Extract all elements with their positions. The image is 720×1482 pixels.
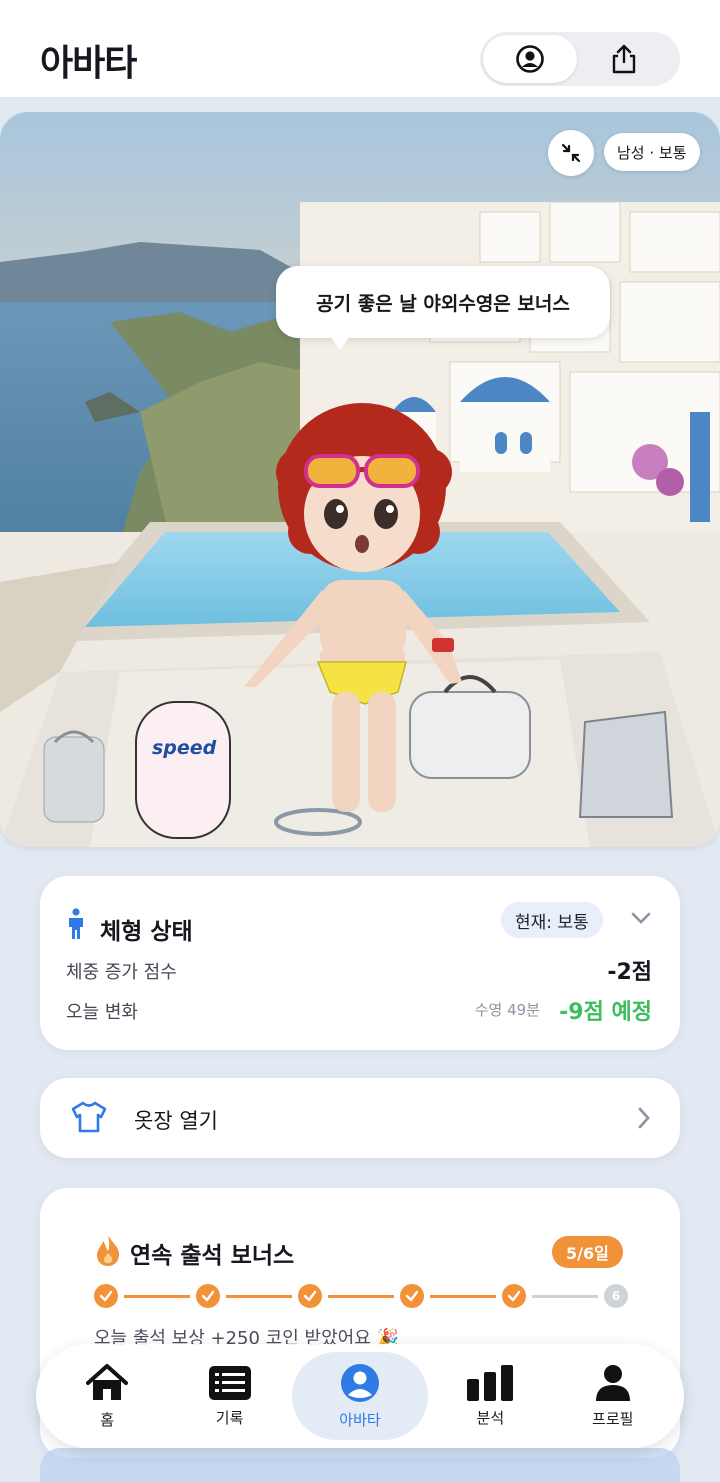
streak-connector: [226, 1295, 292, 1298]
bottom-tab-bar: 홈 기록 아바타 분석 프로필: [36, 1344, 684, 1448]
header: 아바타: [0, 0, 720, 98]
tab-profile[interactable]: 프로필: [553, 1352, 673, 1440]
tab-avatar[interactable]: 아바타: [291, 1352, 428, 1440]
share-with-friends-button[interactable]: [40, 1448, 680, 1482]
streak-count-badge: 5/6일: [552, 1236, 623, 1268]
tab-label: 아바타: [339, 1410, 381, 1429]
streak-day-checked: [400, 1284, 424, 1308]
streak-connector: [532, 1295, 598, 1298]
tab-label: 프로필: [592, 1409, 634, 1428]
check-icon: [303, 1290, 317, 1302]
body-status-card[interactable]: 체형 상태 현재: 보통 체중 증가 점수 -2점 오늘 변화 수영 49분 -…: [40, 876, 680, 1050]
chevron-down-icon[interactable]: [630, 910, 652, 926]
tab-label: 홈: [100, 1410, 115, 1429]
streak-connector: [328, 1295, 394, 1298]
streak-progress-track: 6: [94, 1284, 628, 1308]
santorini-background: speed: [0, 112, 720, 847]
flame-icon: [97, 1235, 120, 1266]
open-closet-button[interactable]: 옷장 열기: [40, 1078, 680, 1158]
tab-home[interactable]: 홈: [47, 1352, 167, 1440]
shirt-icon: [71, 1101, 107, 1133]
home-icon: [86, 1363, 129, 1400]
tab-analysis[interactable]: 분석: [430, 1352, 550, 1440]
share-button[interactable]: [577, 35, 671, 83]
page-title: 아바타: [40, 43, 137, 84]
chevron-right-icon: [638, 1107, 650, 1129]
tab-label: 기록: [215, 1408, 244, 1427]
collapse-button[interactable]: [548, 130, 594, 176]
collapse-icon: [561, 143, 581, 163]
swim-duration-note: 수영 49분: [474, 1001, 540, 1019]
person-icon: [69, 908, 83, 939]
check-icon: [99, 1290, 113, 1302]
streak-day-checked: [196, 1284, 220, 1308]
bar-chart-icon: [467, 1364, 514, 1401]
today-change-value: -9점 예정: [559, 1000, 652, 1025]
streak-day-pending: 6: [604, 1284, 628, 1308]
share-icon: [612, 44, 636, 74]
streak-connector: [430, 1295, 496, 1298]
weight-score-value: -2점: [607, 960, 652, 985]
check-icon: [405, 1290, 419, 1302]
current-status-badge: 현재: 보통: [501, 902, 603, 938]
kickboard-brand: speed: [152, 737, 217, 759]
check-icon: [201, 1290, 215, 1302]
streak-connector: [124, 1295, 190, 1298]
streak-day-checked: [298, 1284, 322, 1308]
avatar-scene: speed: [0, 112, 720, 847]
body-status-title: 체형 상태: [100, 919, 193, 945]
streak-day-checked: [94, 1284, 118, 1308]
speech-bubble-tail: [330, 336, 350, 350]
list-icon: [208, 1365, 251, 1400]
check-icon: [507, 1290, 521, 1302]
closet-label: 옷장 열기: [134, 1109, 218, 1133]
user-circle-icon: [516, 45, 544, 73]
tab-label: 분석: [476, 1408, 505, 1427]
speech-bubble: 공기 좋은 날 야외수영은 보너스: [276, 266, 610, 338]
today-change-label: 오늘 변화: [66, 1002, 138, 1023]
backpack-left: [43, 730, 105, 823]
weight-score-label: 체중 증가 점수: [66, 962, 177, 983]
profile-icon: [595, 1364, 630, 1401]
body-type-pill[interactable]: 남성 · 보통: [604, 133, 700, 171]
tab-records[interactable]: 기록: [170, 1352, 290, 1440]
view-toggle: [480, 32, 680, 86]
avatar-icon: [340, 1363, 379, 1402]
streak-day-checked: [502, 1284, 526, 1308]
streak-title: 연속 출석 보너스: [130, 1243, 295, 1269]
avatar-view-button[interactable]: [483, 35, 577, 83]
